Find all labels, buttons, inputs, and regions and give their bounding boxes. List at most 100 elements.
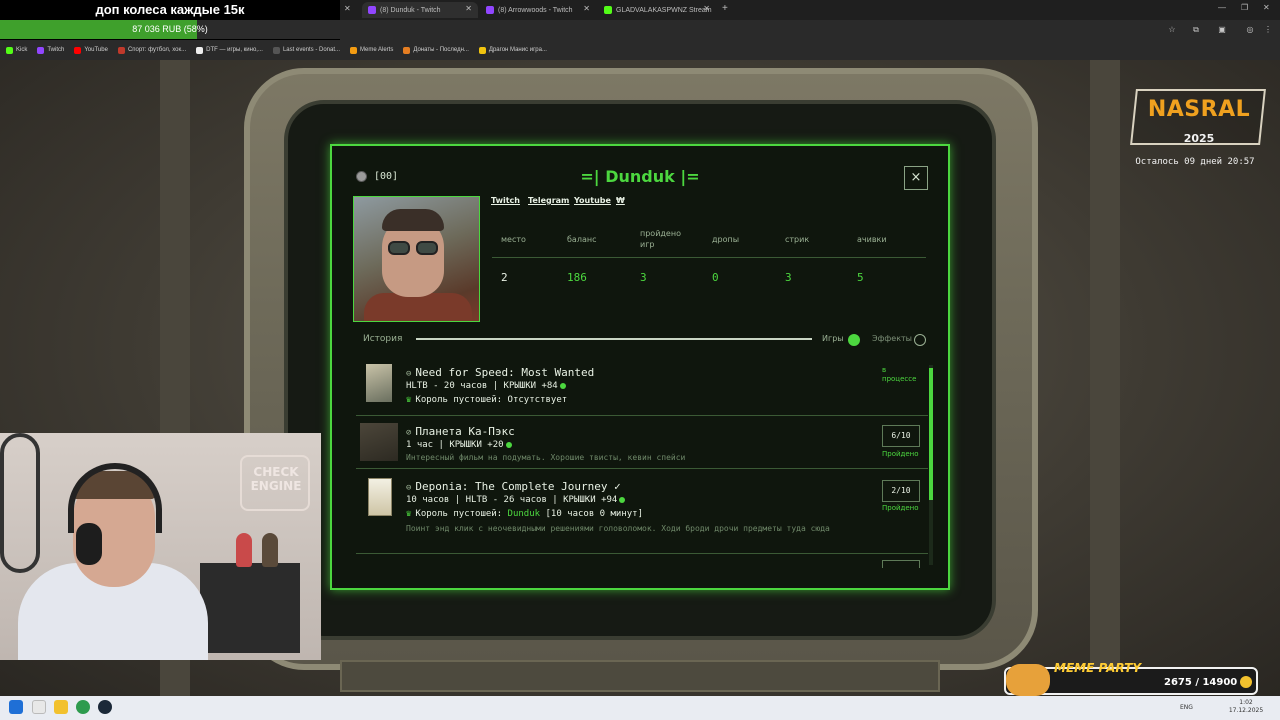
dragon-icon bbox=[478, 46, 486, 54]
tab-gladvalakas[interactable]: GLADVALAKASPWNZ Stream ✕ bbox=[598, 2, 716, 18]
close-tab-icon[interactable]: ✕ bbox=[583, 4, 590, 13]
donation-progress-bar: 87 036 RUB (58%) bbox=[0, 20, 340, 39]
toggle-games-label[interactable]: Игры bbox=[822, 334, 844, 343]
game-description: Поинт энд клик с неочевидными решениями … bbox=[406, 524, 830, 533]
game-status: в процессе bbox=[882, 366, 917, 383]
extensions-icon[interactable]: ⧉ bbox=[1192, 26, 1200, 34]
donation-icon bbox=[403, 46, 411, 54]
tab-dunduk[interactable]: (8) Dunduk - Twitch ✕ bbox=[362, 2, 478, 18]
avatar bbox=[353, 196, 480, 322]
profile-name: Dunduk bbox=[605, 167, 675, 186]
link-youtube[interactable]: Youtube bbox=[574, 196, 611, 205]
twitch-icon bbox=[37, 46, 45, 54]
toggle-effects-label[interactable]: Эффекты bbox=[872, 334, 912, 343]
tab-arrowwoods[interactable]: (8) Arrowwoods - Twitch ✕ bbox=[480, 2, 596, 18]
king-extra: [10 часов 0 минут] bbox=[545, 509, 644, 519]
donation-progress-text: 87 036 RUB (58%) bbox=[132, 24, 208, 34]
sidebar-icon[interactable]: ▣ bbox=[1218, 26, 1226, 34]
bookmark-twitch[interactable]: Twitch bbox=[37, 46, 64, 54]
profile-title: =| Dunduk |= bbox=[560, 167, 720, 186]
new-tab-button[interactable]: + bbox=[722, 3, 728, 14]
bookmark-sport[interactable]: Спорт: футбол, хок... bbox=[117, 46, 186, 54]
windows-start-icon[interactable] bbox=[9, 700, 23, 714]
close-button[interactable]: × bbox=[904, 166, 928, 190]
game-status: Пройдено bbox=[882, 450, 919, 458]
chrome-icon[interactable] bbox=[76, 700, 90, 714]
file-explorer-icon[interactable] bbox=[54, 700, 68, 714]
toggle-games-radio[interactable] bbox=[848, 334, 860, 346]
king-label: Король пустошей: bbox=[415, 395, 503, 405]
close-tab-icon[interactable]: ✕ bbox=[703, 4, 710, 13]
minimize-icon[interactable]: — bbox=[1218, 3, 1226, 12]
game-meta: 10 часов | HLTB - 26 часов | КРЫШКИ +94 bbox=[406, 495, 626, 505]
link-telegram[interactable]: Telegram bbox=[528, 196, 569, 205]
clock-time: 1:02 bbox=[1239, 699, 1253, 706]
bookmark-label: Донаты - Последн... bbox=[413, 47, 469, 53]
game-status: Пройдено bbox=[882, 504, 919, 512]
bookmark-dragon[interactable]: Драгон Манис игра... bbox=[478, 46, 547, 54]
gamepad-icon: ⊖ bbox=[406, 483, 412, 493]
bookmark-donaty[interactable]: Донаты - Последн... bbox=[403, 46, 469, 54]
game-cover bbox=[368, 478, 392, 516]
game-king: ♛ Король пустошей: Отсутствует bbox=[406, 395, 567, 405]
scrollbar-thumb[interactable] bbox=[929, 368, 933, 500]
coin-icon bbox=[356, 171, 367, 182]
yandex-icon[interactable] bbox=[32, 700, 46, 714]
gamepad-icon: ⊖ bbox=[406, 369, 412, 379]
profile-icon[interactable]: ◎ bbox=[1246, 26, 1254, 34]
game-title-text: Deponia: The Complete Journey bbox=[415, 480, 608, 493]
star-icon[interactable]: ☆ bbox=[1168, 26, 1176, 34]
doge-icon bbox=[1006, 664, 1050, 696]
game-meta-text: 10 часов | HLTB - 26 часов | КРЫШКИ +94 bbox=[406, 495, 618, 505]
bookmark-label: Драгон Манис игра... bbox=[488, 47, 547, 53]
coin-icon bbox=[1240, 676, 1252, 688]
kick-icon bbox=[604, 6, 612, 14]
wall-beam bbox=[1090, 60, 1120, 696]
bookmark-donat[interactable]: Last events - Donat... bbox=[272, 46, 340, 54]
twitch-icon bbox=[486, 6, 494, 14]
sport-icon bbox=[117, 46, 125, 54]
close-tab-icon[interactable]: ✕ bbox=[465, 4, 472, 13]
toggle-effects-radio[interactable] bbox=[914, 334, 926, 346]
game-title: ⊖ Need for Speed: Most Wanted bbox=[406, 366, 594, 379]
menu-icon[interactable]: ⋮ bbox=[1264, 26, 1272, 34]
title-decoration-left: =| bbox=[580, 167, 600, 186]
game-row-partial bbox=[356, 556, 928, 568]
game-title: ⊘ Планета Ка-Пэкс bbox=[406, 425, 515, 438]
steam-icon[interactable] bbox=[98, 700, 112, 714]
avatar-goggle bbox=[416, 241, 438, 255]
game-row[interactable]: ⊖ Deponia: The Complete Journey ✓ 10 часо… bbox=[356, 470, 928, 554]
film-icon: ⊘ bbox=[406, 428, 412, 438]
clock[interactable]: 1:02 17.12.2025 bbox=[1226, 699, 1266, 715]
bookmark-dtf[interactable]: DTF — игры, кино,... bbox=[196, 46, 263, 54]
stat-value-streak: 3 bbox=[785, 271, 792, 284]
close-tab-icon[interactable]: ✕ bbox=[344, 4, 351, 13]
game-row[interactable]: ⊘ Планета Ка-Пэкс 1 час | КРЫШКИ +20 Инте… bbox=[356, 417, 928, 469]
bookmark-label: Last events - Donat... bbox=[282, 47, 340, 53]
tab-label: (8) Arrowwoods - Twitch bbox=[498, 6, 573, 14]
donation-goal-widget: доп колеса каждые 15к 87 036 RUB (58%) bbox=[0, 0, 340, 40]
game-meta-text: HLTB - 20 часов | КРЫШКИ +84 bbox=[406, 381, 558, 391]
game-row[interactable]: ⊖ Need for Speed: Most Wanted HLTB - 20 ч… bbox=[356, 358, 928, 416]
title-decoration-right: |= bbox=[680, 167, 700, 186]
bookmark-memealerts[interactable]: Meme Alerts bbox=[350, 46, 394, 54]
headset-earcup bbox=[76, 523, 102, 565]
bookmark-youtube[interactable]: YouTube bbox=[74, 46, 108, 54]
stat-value-achievements: 5 bbox=[857, 271, 864, 284]
nasral-logo: NASRAL bbox=[1147, 97, 1251, 122]
bookmark-label: Meme Alerts bbox=[360, 47, 394, 53]
close-window-icon[interactable]: ✕ bbox=[1263, 3, 1270, 12]
maximize-icon[interactable]: ❐ bbox=[1241, 3, 1248, 12]
figurine bbox=[262, 533, 278, 567]
link-won[interactable]: ₩ bbox=[616, 196, 625, 205]
figurine bbox=[236, 533, 252, 567]
nasral-year: 2025 bbox=[1183, 132, 1215, 145]
stat-label-place: место bbox=[501, 235, 526, 244]
webcam-feed: CHECK ENGINE bbox=[0, 433, 321, 660]
link-twitch[interactable]: Twitch bbox=[491, 196, 520, 205]
bookmark-kick[interactable]: Kick bbox=[6, 46, 27, 54]
crown-icon: ♛ bbox=[406, 395, 412, 405]
bookmarks-bar: Kick Twitch YouTube Спорт: футбол, хок..… bbox=[0, 40, 1280, 60]
game-score: 6/10 bbox=[882, 425, 920, 447]
language-indicator[interactable]: ENG bbox=[1180, 704, 1193, 711]
